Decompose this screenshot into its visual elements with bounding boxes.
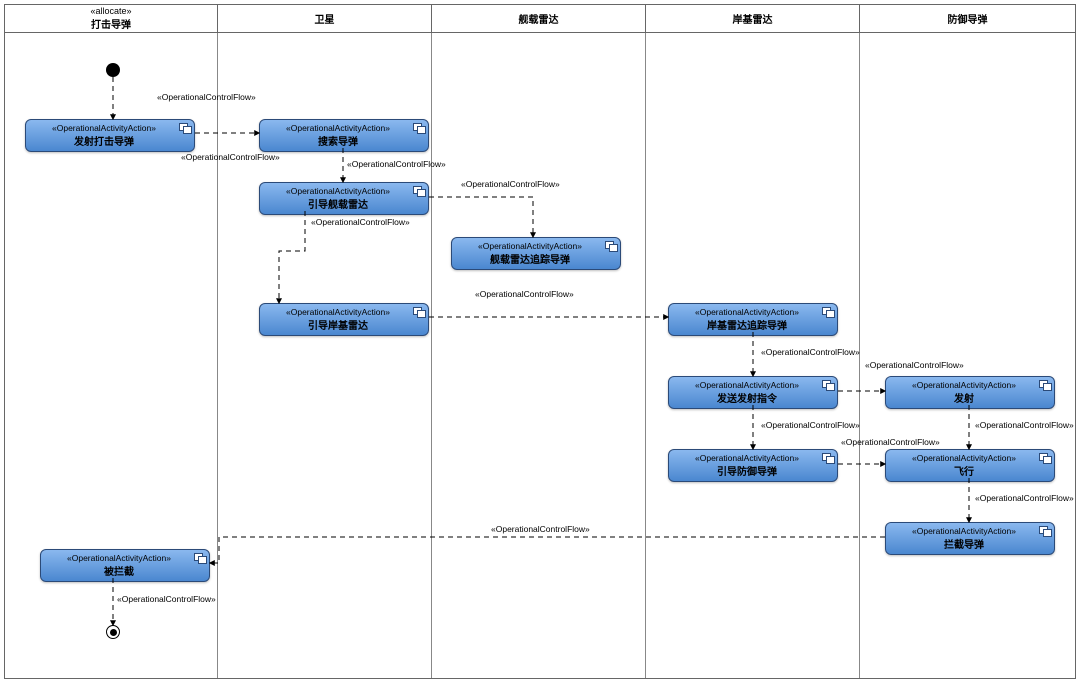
action-stereo: «OperationalActivityAction» — [675, 307, 819, 317]
action-icon — [413, 186, 425, 196]
lane-header-satellite: 卫星 — [218, 5, 432, 33]
flow-label: «OperationalControlFlow» — [491, 524, 590, 534]
action-icon — [1039, 453, 1051, 463]
lane-stereo: «allocate» — [90, 6, 131, 16]
action-shore-radar-track[interactable]: «OperationalActivityAction» 岸基雷达追踪导弹 — [668, 303, 838, 336]
lane-header-strike-missile: «allocate» 打击导弹 — [5, 5, 218, 33]
action-icon — [1039, 526, 1051, 536]
action-launch[interactable]: «OperationalActivityAction» 发射 — [885, 376, 1055, 409]
action-stereo: «OperationalActivityAction» — [892, 380, 1036, 390]
action-label: 引导岸基雷达 — [266, 317, 410, 332]
action-fly[interactable]: «OperationalActivityAction» 飞行 — [885, 449, 1055, 482]
lane-header-ship-radar: 舰载雷达 — [432, 5, 646, 33]
action-guide-defense-missile[interactable]: «OperationalActivityAction» 引导防御导弹 — [668, 449, 838, 482]
flow-label: «OperationalControlFlow» — [181, 152, 280, 162]
flow-label: «OperationalControlFlow» — [475, 289, 574, 299]
action-label: 飞行 — [892, 463, 1036, 478]
action-icon — [413, 307, 425, 317]
lane-title: 岸基雷达 — [733, 11, 773, 26]
lane-title: 卫星 — [315, 11, 335, 26]
action-stereo: «OperationalActivityAction» — [675, 453, 819, 463]
action-stereo: «OperationalActivityAction» — [892, 526, 1036, 536]
action-stereo: «OperationalActivityAction» — [266, 123, 410, 133]
action-stereo: «OperationalActivityAction» — [47, 553, 191, 563]
action-label: 发射 — [892, 390, 1036, 405]
action-intercept[interactable]: «OperationalActivityAction» 拦截导弹 — [885, 522, 1055, 555]
initial-node[interactable] — [106, 63, 120, 77]
action-stereo: «OperationalActivityAction» — [266, 186, 410, 196]
action-label: 引导舰载雷达 — [266, 196, 410, 211]
flow-label: «OperationalControlFlow» — [865, 360, 964, 370]
action-icon — [1039, 380, 1051, 390]
action-launch-strike-missile[interactable]: «OperationalActivityAction» 发射打击导弹 — [25, 119, 195, 152]
flow-label: «OperationalControlFlow» — [347, 159, 446, 169]
action-send-launch-cmd[interactable]: «OperationalActivityAction» 发送发射指令 — [668, 376, 838, 409]
action-icon — [194, 553, 206, 563]
flow-label: «OperationalControlFlow» — [157, 92, 256, 102]
lane-title: 舰载雷达 — [519, 11, 559, 26]
action-icon — [822, 380, 834, 390]
lane-title: 防御导弹 — [948, 11, 988, 26]
flow-label: «OperationalControlFlow» — [461, 179, 560, 189]
final-node[interactable] — [106, 625, 120, 639]
flow-label: «OperationalControlFlow» — [117, 594, 216, 604]
action-stereo: «OperationalActivityAction» — [892, 453, 1036, 463]
action-search-missile[interactable]: «OperationalActivityAction» 搜索导弹 — [259, 119, 429, 152]
lane-body-ship-radar — [432, 33, 646, 678]
flow-label: «OperationalControlFlow» — [311, 217, 410, 227]
lane-title: 打击导弹 — [91, 16, 131, 31]
flow-label: «OperationalControlFlow» — [761, 420, 860, 430]
action-label: 引导防御导弹 — [675, 463, 819, 478]
action-ship-radar-track[interactable]: «OperationalActivityAction» 舰载雷达追踪导弹 — [451, 237, 621, 270]
lane-body-defense-missile — [860, 33, 1075, 678]
action-icon — [413, 123, 425, 133]
diagram-canvas: «allocate» 打击导弹 卫星 舰载雷达 岸基雷达 防御导弹 «Opera… — [4, 4, 1076, 679]
action-intercepted[interactable]: «OperationalActivityAction» 被拦截 — [40, 549, 210, 582]
action-label: 被拦截 — [47, 563, 191, 578]
flow-label: «OperationalControlFlow» — [761, 347, 860, 357]
action-stereo: «OperationalActivityAction» — [266, 307, 410, 317]
action-label: 搜索导弹 — [266, 133, 410, 148]
action-stereo: «OperationalActivityAction» — [32, 123, 176, 133]
flow-label: «OperationalControlFlow» — [841, 437, 940, 447]
action-icon — [605, 241, 617, 251]
flow-label: «OperationalControlFlow» — [975, 420, 1074, 430]
action-stereo: «OperationalActivityAction» — [675, 380, 819, 390]
action-label: 岸基雷达追踪导弹 — [675, 317, 819, 332]
action-label: 拦截导弹 — [892, 536, 1036, 551]
flow-label: «OperationalControlFlow» — [975, 493, 1074, 503]
action-icon — [822, 307, 834, 317]
action-icon — [822, 453, 834, 463]
action-stereo: «OperationalActivityAction» — [458, 241, 602, 251]
action-icon — [179, 123, 191, 133]
lane-header-shore-radar: 岸基雷达 — [646, 5, 860, 33]
action-guide-ship-radar[interactable]: «OperationalActivityAction» 引导舰载雷达 — [259, 182, 429, 215]
action-label: 舰载雷达追踪导弹 — [458, 251, 602, 266]
action-label: 发送发射指令 — [675, 390, 819, 405]
lane-header-defense-missile: 防御导弹 — [860, 5, 1075, 33]
action-guide-shore-radar[interactable]: «OperationalActivityAction» 引导岸基雷达 — [259, 303, 429, 336]
action-label: 发射打击导弹 — [32, 133, 176, 148]
